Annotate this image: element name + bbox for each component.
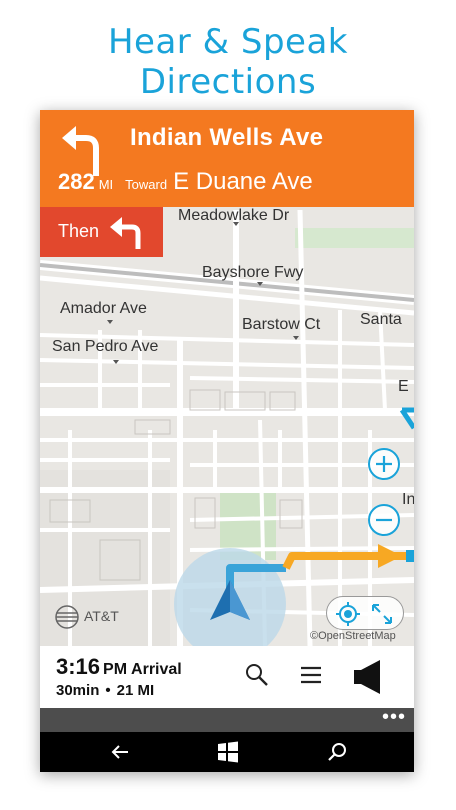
- then-label: Then: [58, 221, 100, 241]
- map-label-santa: Santa: [360, 311, 402, 328]
- then-banner: Then: [40, 207, 163, 257]
- back-arrow-icon: [111, 745, 128, 759]
- speaker-icon: [354, 660, 380, 694]
- trip-summary-bar: 3:16 PM Arrival 30min • 21 MI: [40, 646, 414, 708]
- promo-line-2: Directions: [139, 62, 317, 102]
- os-search-button[interactable]: [326, 740, 350, 764]
- system-nav-bar: [40, 732, 414, 772]
- distance-row: 282 MI Toward E Duane Ave: [58, 168, 313, 196]
- arrival-info: 3:16 PM Arrival: [56, 654, 182, 680]
- expand-button[interactable]: [369, 601, 395, 627]
- distance-unit: MI: [98, 177, 114, 192]
- map-label-e: E: [398, 378, 409, 395]
- zoom-out-button[interactable]: [368, 504, 400, 536]
- plus-icon: [376, 456, 392, 472]
- map-label-barstow: Barstow Ct: [242, 316, 321, 333]
- back-button[interactable]: [108, 740, 132, 764]
- trip-separator: •: [105, 682, 111, 699]
- map-attribution[interactable]: ©OpenStreetMap: [310, 630, 396, 642]
- distance-value: 282: [58, 169, 95, 194]
- map-controls: [326, 596, 404, 630]
- toward-label: Toward: [125, 177, 168, 192]
- map-label-sanpedro: San Pedro Ave: [52, 338, 159, 355]
- map-label-meadowlake: Meadowlake Dr: [178, 207, 290, 224]
- att-brand-text: AT&T: [84, 608, 119, 624]
- then-turn-left-icon: [110, 217, 141, 249]
- expand-icon: [372, 604, 392, 624]
- search-icon: [246, 664, 268, 686]
- crosshair-icon: [336, 602, 360, 626]
- locate-button[interactable]: [335, 601, 361, 627]
- trip-distance: 21 MI: [116, 682, 155, 699]
- arrival-label: Arrival: [131, 661, 182, 678]
- map-label-bayshore: Bayshore Fwy: [202, 264, 304, 281]
- arrival-time: 3:16: [56, 654, 101, 679]
- start-button[interactable]: [216, 740, 240, 764]
- search-icon: [328, 743, 346, 761]
- trip-info: 30min • 21 MI: [56, 682, 154, 699]
- map-label-in: In: [402, 491, 414, 508]
- promo-line-1: Hear & Speak: [107, 22, 349, 62]
- voice-button[interactable]: [352, 658, 386, 696]
- minus-icon: [376, 518, 392, 522]
- more-options-button[interactable]: •••: [382, 707, 406, 727]
- windows-logo-icon: [218, 741, 238, 763]
- menu-button[interactable]: [298, 662, 324, 688]
- arrival-ampm: PM: [103, 661, 128, 678]
- turn-banner: Indian Wells Ave 282 MI Toward E Duane Ave: [40, 110, 414, 207]
- globe-icon: [55, 605, 79, 629]
- toward-street: E Duane Ave: [173, 168, 313, 195]
- map-label-amador: Amador Ave: [60, 300, 147, 317]
- app-bar: •••: [40, 707, 414, 732]
- zoom-in-button[interactable]: [368, 448, 400, 480]
- next-street-name: Indian Wells Ave: [130, 124, 324, 151]
- search-button[interactable]: [244, 662, 270, 688]
- trip-duration: 30min: [56, 682, 100, 699]
- promo-headline: Hear & Speak Directions: [0, 22, 456, 102]
- phone-screen: Meadowlake Dr Bayshore Fwy Amador Ave Ba…: [40, 110, 414, 772]
- hamburger-icon: [301, 666, 321, 684]
